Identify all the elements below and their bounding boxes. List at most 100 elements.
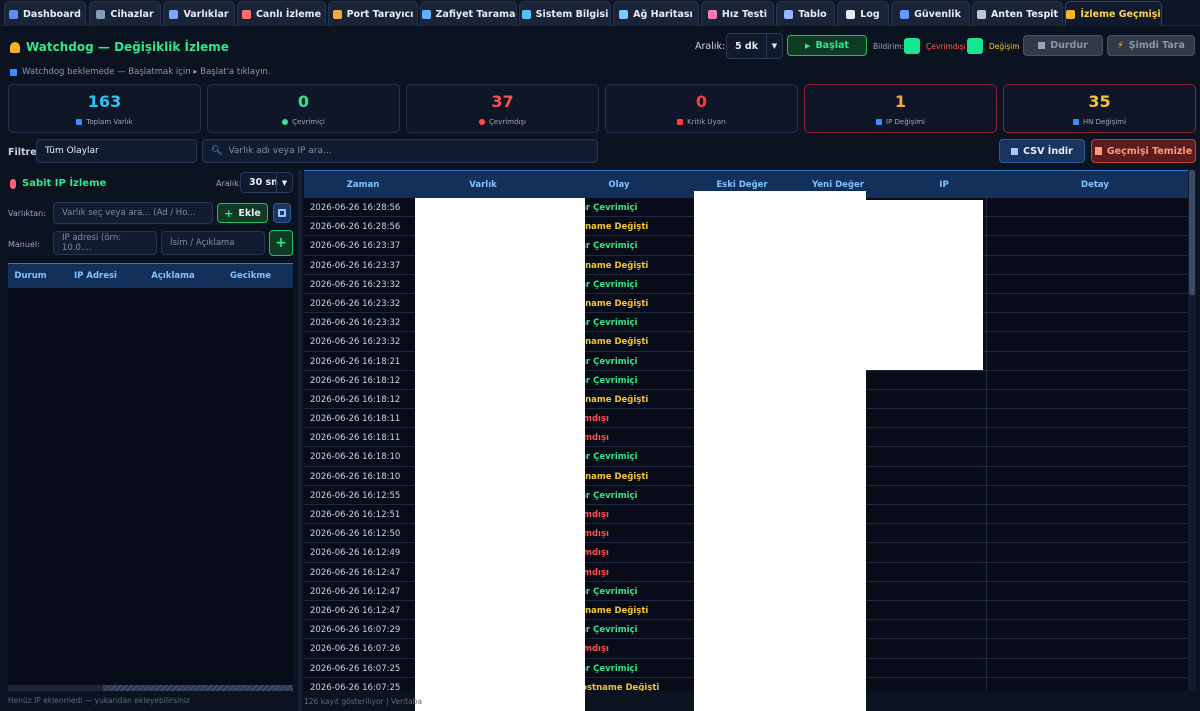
offline-label: Çevrimdışı <box>926 42 966 51</box>
tab-7[interactable]: Ağ Haritası <box>613 1 699 26</box>
stat-caption-text: Çevrimiçi <box>292 118 325 126</box>
tab-10[interactable]: Log <box>837 1 889 26</box>
redacted-value-column <box>694 191 866 711</box>
event-type: rar Çevrimiçi <box>576 241 638 252</box>
event-time: 2026-06-26 16:07:25 <box>310 663 401 674</box>
tab-label: Hız Testi <box>721 8 768 20</box>
change-notify-toggle[interactable] <box>967 38 983 54</box>
stat-caption: Çevrimiçi <box>208 118 399 126</box>
event-detail <box>986 389 1188 409</box>
event-time: 2026-06-26 16:28:56 <box>310 222 401 233</box>
event-time: 2026-06-26 16:12:55 <box>310 490 401 501</box>
event-time: 2026-06-26 16:18:21 <box>310 356 401 367</box>
start-button[interactable]: ▶ Başlat <box>787 35 867 56</box>
interval-label: Aralık: <box>695 41 726 52</box>
add-manual-ip-button[interactable]: + <box>269 230 293 256</box>
event-type: stname Değişti <box>576 298 649 309</box>
search-input[interactable]: 🔍︎ Varlık adı veya IP ara... <box>202 139 598 163</box>
tab-3[interactable]: Canlı İzleme <box>237 1 326 26</box>
events-footer: 126 kayıt gösteriliyor | Veritaba <box>304 697 423 706</box>
event-type: rar Çevrimiçi <box>576 625 638 636</box>
antenna-icon <box>976 9 986 19</box>
panel-divider[interactable] <box>298 170 302 711</box>
stat-card: 35 HN Değişimi <box>1003 84 1196 133</box>
stop-button[interactable]: Durdur <box>1023 35 1103 56</box>
event-detail <box>986 409 1188 429</box>
event-type: rar Çevrimiçi <box>576 203 638 213</box>
interval-select[interactable]: 5 dk ▼ <box>726 33 783 59</box>
stat-value: 1 <box>894 92 907 111</box>
bell-icon <box>10 41 20 53</box>
chevron-down-icon: ▼ <box>766 34 782 58</box>
stat-value: 0 <box>297 92 310 111</box>
horizontal-scrollbar[interactable] <box>8 685 293 691</box>
asset-select-input[interactable]: Varlık seç veya ara... (Ad / Ho... <box>53 202 213 224</box>
event-detail <box>986 274 1188 294</box>
scan-now-button[interactable]: ⚡ Şimdi Tara <box>1107 35 1195 56</box>
eye-icon <box>241 9 251 19</box>
event-time: 2026-06-26 16:07:29 <box>310 625 401 636</box>
tab-label: İzleme Geçmişi <box>1080 8 1161 20</box>
tab-1[interactable]: Cihazlar <box>89 1 161 26</box>
tab-label: Zafiyet Tarama <box>435 8 516 20</box>
tab-13[interactable]: İzleme Geçmişi <box>1065 1 1162 26</box>
tab-0[interactable]: Dashboard <box>4 1 86 26</box>
event-time: 2026-06-26 16:18:12 <box>310 375 401 386</box>
event-time: 2026-06-26 16:12:47 <box>310 586 401 597</box>
column-header: Olay <box>608 180 630 190</box>
clear-history-button[interactable]: Geçmişi Temizle <box>1091 139 1196 163</box>
bell-icon <box>1066 9 1076 19</box>
static-interval-select[interactable]: 30 sn ▼ <box>240 172 293 193</box>
stat-caption: Kritik Uyarı <box>606 118 797 126</box>
stat-value: 35 <box>1088 92 1111 111</box>
tab-label: Canlı İzleme <box>255 8 322 20</box>
column-header: Yeni Değer <box>812 180 864 190</box>
vertical-scrollbar[interactable] <box>1188 170 1196 691</box>
event-detail <box>986 447 1188 467</box>
event-filter-select[interactable]: Tüm Olaylar <box>36 139 197 163</box>
ip-address-input[interactable]: IP adresi (örn: 10.0.... <box>53 231 157 255</box>
event-detail <box>986 505 1188 524</box>
tab-8[interactable]: Hız Testi <box>701 1 774 26</box>
tab-2[interactable]: Varlıklar <box>163 1 235 26</box>
tab-label: Anten Tespit <box>990 8 1059 20</box>
event-time: 2026-06-26 16:12:47 <box>310 605 401 616</box>
csv-download-button[interactable]: CSV İndir <box>999 139 1085 163</box>
event-time: 2026-06-26 16:23:32 <box>310 337 401 348</box>
tab-6[interactable]: Sistem Bilgisi <box>519 1 611 26</box>
offline-notify-toggle[interactable] <box>904 38 920 54</box>
tab-label: Ağ Haritası <box>633 8 693 20</box>
static-ip-table-header: Durum IP Adresi Açıklama Gecikme <box>8 263 293 288</box>
scrollbar-thumb[interactable] <box>1189 170 1195 295</box>
tab-9[interactable]: Tablo <box>776 1 835 26</box>
event-type: Hostname Değişti <box>574 682 660 691</box>
tab-11[interactable]: Güvenlik <box>891 1 970 26</box>
static-ip-table-body <box>8 288 293 685</box>
tab-label: Cihazlar <box>110 8 154 20</box>
stat-value: 37 <box>491 92 514 111</box>
scrollbar-thumb[interactable] <box>103 685 293 691</box>
refresh-button[interactable] <box>273 203 291 223</box>
event-type: rar Çevrimiçi <box>576 318 638 329</box>
event-time: 2026-06-26 16:07:25 <box>310 682 401 691</box>
event-time: 2026-06-26 16:23:32 <box>310 279 401 290</box>
tab-12[interactable]: Anten Tespit <box>972 1 1063 26</box>
rocket-icon <box>707 9 717 19</box>
tab-label: Varlıklar <box>183 8 229 20</box>
add-button[interactable]: + Ekle <box>217 203 268 223</box>
watchdog-status: Watchdog beklemede — Başlatmak için ▸ Ba… <box>10 67 271 77</box>
tab-5[interactable]: Zafiyet Tarama <box>420 1 517 26</box>
ip-name-input[interactable]: İsim / Açıklama <box>161 231 265 255</box>
event-time: 2026-06-26 16:23:32 <box>310 298 401 309</box>
pin-icon <box>10 178 16 189</box>
event-time: 2026-06-26 16:18:10 <box>310 452 401 463</box>
stat-caption: Çevrimdışı <box>407 118 598 126</box>
event-time: 2026-06-26 16:12:51 <box>310 510 401 520</box>
tab-4[interactable]: Port Tarayıcı <box>328 1 418 26</box>
event-detail <box>986 293 1188 313</box>
column-header: IP <box>939 180 949 190</box>
column-header: Detay <box>1081 180 1109 190</box>
event-detail <box>986 524 1188 544</box>
chart-icon <box>9 9 19 19</box>
event-time: 2026-06-26 16:12:49 <box>310 548 401 559</box>
